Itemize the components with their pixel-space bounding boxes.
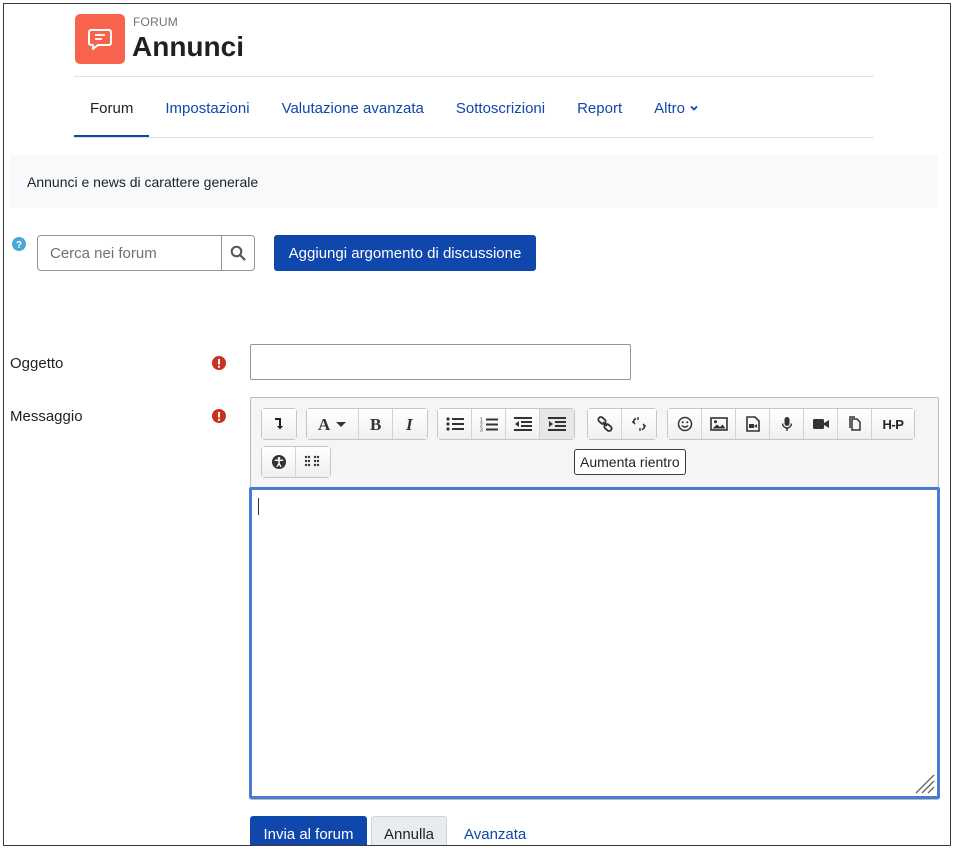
tab-altro[interactable]: Altro bbox=[638, 78, 714, 138]
tab-label: Report bbox=[577, 99, 623, 117]
divider bbox=[74, 76, 874, 77]
intro-text: Annunci e news di carattere generale bbox=[27, 173, 259, 190]
italic-button[interactable]: I bbox=[393, 409, 427, 439]
tab-label: Altro bbox=[654, 99, 685, 117]
link-button[interactable] bbox=[588, 409, 622, 439]
help-icon[interactable]: ? bbox=[12, 237, 26, 251]
subject-label: Oggetto bbox=[10, 355, 64, 372]
h5p-button[interactable]: H-P bbox=[872, 409, 914, 439]
svg-text:I: I bbox=[405, 416, 414, 432]
copy-files-icon bbox=[848, 416, 861, 431]
page-title: Annunci bbox=[132, 31, 244, 62]
tab-label: Forum bbox=[90, 99, 134, 117]
required-icon bbox=[212, 409, 226, 423]
tab-label: Impostazioni bbox=[165, 99, 250, 117]
forum-icon bbox=[75, 14, 125, 64]
tooltip: Aumenta rientro bbox=[574, 449, 686, 475]
unlink-button[interactable] bbox=[622, 409, 656, 439]
text-caret bbox=[258, 498, 259, 515]
microphone-icon bbox=[781, 417, 792, 431]
resize-handle-icon[interactable] bbox=[913, 772, 935, 794]
tab-sottoscrizioni[interactable]: Sottoscrizioni bbox=[440, 78, 561, 138]
divider bbox=[74, 137, 874, 138]
media-button[interactable] bbox=[736, 409, 770, 439]
toolbar-group bbox=[261, 446, 331, 478]
outdent-icon bbox=[513, 417, 532, 431]
image-icon bbox=[709, 417, 728, 431]
forum-intro: Annunci e news di carattere generale bbox=[10, 155, 938, 208]
page-frame: FORUM Annunci Forum Impostazioni Valutaz… bbox=[3, 3, 951, 846]
tab-report[interactable]: Report bbox=[561, 78, 638, 138]
bullet-list-icon bbox=[445, 417, 464, 431]
bold-button[interactable]: B bbox=[359, 409, 393, 439]
chevron-down-icon bbox=[690, 105, 698, 111]
tab-impostazioni[interactable]: Impostazioni bbox=[149, 78, 265, 138]
numbered-list-icon: 123 bbox=[480, 417, 498, 432]
image-button[interactable] bbox=[702, 409, 736, 439]
manage-files-button[interactable] bbox=[838, 409, 872, 439]
tab-forum[interactable]: Forum bbox=[74, 78, 150, 138]
editor-toolbar: A B I 123 H-P Aumenta rientro bbox=[251, 398, 938, 486]
accessibility-icon bbox=[271, 455, 286, 469]
toolbar-group bbox=[261, 408, 297, 440]
h5p-icon: H-P bbox=[882, 416, 904, 432]
svg-text:?: ? bbox=[16, 240, 22, 251]
ordered-list-button[interactable]: 123 bbox=[472, 409, 506, 439]
toolbar-group: 123 bbox=[437, 408, 575, 440]
arrow-down-turn-icon bbox=[275, 418, 283, 430]
message-label: Messaggio bbox=[10, 408, 83, 425]
tab-valutazione-avanzata[interactable]: Valutazione avanzata bbox=[266, 78, 440, 138]
unordered-list-button[interactable] bbox=[438, 409, 472, 439]
text-editor: A B I 123 H-P Aumenta rientro bbox=[249, 397, 940, 800]
cancel-button[interactable]: Annulla bbox=[371, 816, 447, 845]
accessibility-checker-button[interactable] bbox=[262, 447, 296, 477]
search-input[interactable] bbox=[37, 235, 222, 271]
video-camera-icon bbox=[812, 419, 829, 429]
paragraph-style-button[interactable]: A bbox=[307, 409, 359, 439]
outdent-button[interactable] bbox=[506, 409, 540, 439]
toolbar-toggle-button[interactable] bbox=[262, 409, 296, 439]
add-discussion-button[interactable]: Aggiungi argomento di discussione bbox=[274, 235, 536, 271]
bold-icon: B bbox=[370, 416, 381, 432]
unlink-icon bbox=[632, 417, 646, 431]
tab-label: Valutazione avanzata bbox=[281, 99, 424, 117]
required-icon bbox=[212, 356, 226, 370]
screenreader-helper-button[interactable] bbox=[296, 447, 330, 477]
message-editor-area[interactable] bbox=[249, 487, 940, 799]
font-style-icon: A bbox=[318, 416, 346, 432]
record-audio-button[interactable] bbox=[770, 409, 804, 439]
indent-icon bbox=[548, 417, 566, 431]
tab-label: Sottoscrizioni bbox=[455, 99, 546, 117]
search-icon bbox=[230, 245, 246, 261]
subject-input[interactable] bbox=[250, 344, 631, 380]
submit-post-button[interactable]: Invia al forum bbox=[250, 816, 367, 845]
search-button[interactable] bbox=[221, 235, 255, 271]
activity-type-label: FORUM bbox=[133, 15, 178, 29]
advanced-link[interactable]: Avanzata bbox=[464, 826, 526, 843]
italic-icon: I bbox=[405, 416, 414, 432]
smiley-icon bbox=[677, 416, 692, 432]
file-video-icon bbox=[745, 416, 760, 432]
secondary-navigation: Forum Impostazioni Valutazione avanzata … bbox=[74, 78, 714, 138]
emoji-button[interactable] bbox=[668, 409, 702, 439]
svg-text:B: B bbox=[370, 416, 381, 432]
svg-text:A: A bbox=[318, 416, 331, 432]
svg-text:3: 3 bbox=[480, 427, 483, 432]
indent-button[interactable] bbox=[540, 409, 574, 439]
toolbar-group bbox=[587, 408, 657, 440]
braille-icon bbox=[304, 455, 320, 467]
link-icon bbox=[596, 416, 613, 432]
record-video-button[interactable] bbox=[804, 409, 838, 439]
toolbar-group: H-P bbox=[667, 408, 915, 440]
toolbar-group: A B I bbox=[306, 408, 428, 440]
